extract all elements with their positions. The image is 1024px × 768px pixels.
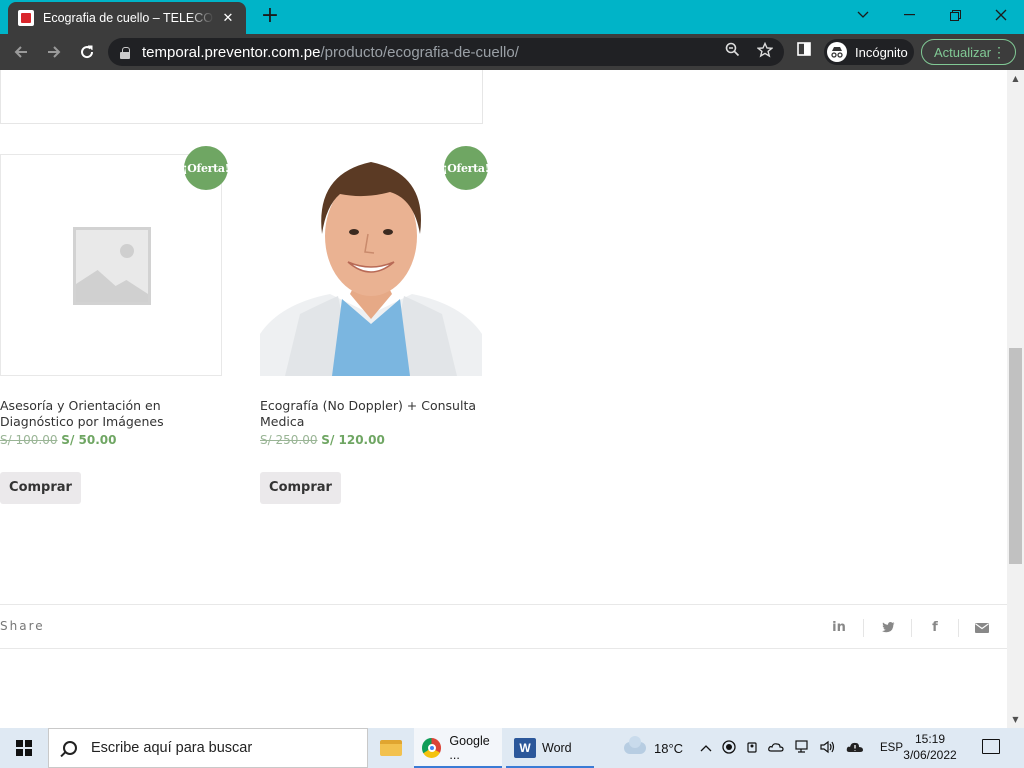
taskbar-clock[interactable]: 15:19 3/06/2022 [890,731,970,763]
page-viewport: ¡Oferta! Asesoría y Orientación en Diagn… [0,70,1007,728]
product-price: S/ 250.00 S/ 120.00 [260,433,482,447]
zoom-icon[interactable] [725,42,740,61]
weather-temp: 18°C [654,740,684,756]
restore-button[interactable] [932,0,978,30]
back-arrow-icon[interactable] [9,40,33,64]
scrollbar-thumb[interactable] [1009,348,1022,564]
product-card-asesoria: ¡Oferta! Asesoría y Orientación en Diagn… [0,146,230,504]
url-path: /producto/ecografia-de-cuello/ [320,43,519,61]
share-bar: Share in f [0,604,1007,649]
taskbar-app-label: Word [542,741,572,755]
incognito-icon [827,42,847,62]
taskbar-app-label: Google ... [449,734,490,762]
incognito-label: Incógnito [855,44,908,60]
reload-icon[interactable] [75,40,99,64]
old-price: S/ 100.00 [0,433,58,447]
forward-arrow-icon[interactable] [42,40,66,64]
cloud-alert-icon[interactable] [846,741,864,756]
windows-taskbar: Escribe aquí para buscar Google ... W Wo… [0,728,1024,768]
meet-now-icon[interactable] [746,740,758,757]
email-icon[interactable] [958,605,1006,650]
content-box-top [0,70,483,124]
browser-toolbar: temporal.preventor.com.pe/producto/ecogr… [0,34,1024,70]
address-bar[interactable]: temporal.preventor.com.pe/producto/ecogr… [108,38,784,66]
file-explorer-button[interactable] [372,728,410,768]
tab-title: Ecografia de cuello – TELECONSULTA [43,11,214,25]
scroll-up-arrow-icon[interactable]: ▲ [1007,70,1024,87]
minimize-button[interactable] [886,0,932,30]
clock-time: 15:19 [914,732,946,746]
side-panel-icon[interactable] [797,42,811,60]
cloud-icon [624,736,646,754]
product-price: S/ 100.00 S/ 50.00 [0,433,222,447]
update-button[interactable]: Actualizar ⋮ [921,39,1016,65]
network-icon[interactable] [794,739,810,757]
taskbar-app-chrome[interactable]: Google ... [414,728,502,768]
old-price: S/ 250.00 [260,433,318,447]
onedrive-icon[interactable] [768,741,784,755]
menu-kebab-icon[interactable]: ⋮ [992,43,1006,61]
url-host: temporal.preventor.com.pe [142,43,321,61]
lock-icon[interactable] [120,46,130,59]
chrome-icon [422,738,442,758]
search-icon [63,741,77,755]
share-label: Share [0,619,45,633]
volume-icon[interactable] [820,740,836,757]
close-window-button[interactable] [978,0,1024,30]
start-button[interactable] [0,728,48,768]
search-placeholder: Escribe aquí para buscar [91,740,253,756]
browser-tab-active[interactable]: Ecografia de cuello – TELECONSULTA ✕ [8,2,246,34]
bookmark-star-icon[interactable] [756,41,774,62]
record-icon[interactable] [722,739,736,757]
weather-widget[interactable]: 18°C [624,728,683,768]
sale-price: S/ 120.00 [321,433,385,447]
linkedin-icon[interactable]: in [815,605,863,650]
tab-search-chevron-icon[interactable] [840,0,886,30]
update-label: Actualizar [934,44,992,60]
page-scrollbar[interactable]: ▲ ▼ [1007,70,1024,728]
site-favicon-icon [18,10,34,26]
buy-button[interactable]: Comprar [260,472,341,504]
windows-logo-icon [16,740,32,756]
doctor-photo [260,154,482,376]
product-image-doctor[interactable] [260,154,482,376]
notifications-icon[interactable] [982,739,1000,754]
system-tray: ESP [700,728,903,768]
new-tab-button[interactable]: + [258,5,282,29]
buy-button[interactable]: Comprar [0,472,81,504]
product-image-placeholder[interactable] [0,154,222,376]
facebook-icon[interactable]: f [911,605,959,650]
incognito-indicator[interactable]: Incógnito [824,39,914,65]
sale-badge: ¡Oferta! [183,146,230,190]
taskbar-search-box[interactable]: Escribe aquí para buscar [48,728,368,768]
product-title[interactable]: Ecografía (No Doppler) + Consulta Medica [260,398,490,430]
clock-date: 3/06/2022 [903,748,957,762]
tab-close-icon[interactable]: ✕ [220,11,236,26]
twitter-icon[interactable] [864,605,912,650]
sale-price: S/ 50.00 [61,433,117,447]
folder-icon [380,740,402,756]
chevron-up-icon[interactable] [700,741,712,755]
taskbar-app-word[interactable]: W Word [506,728,594,768]
word-icon: W [514,738,536,758]
product-title[interactable]: Asesoría y Orientación en Diagnóstico po… [0,398,230,430]
scroll-down-arrow-icon[interactable]: ▼ [1007,711,1024,728]
product-card-ecografia: ¡Oferta! Ecografía (No Doppler) + Consul… [260,146,490,504]
sale-badge: ¡Oferta! [443,146,490,190]
image-placeholder-icon [73,227,151,305]
tab-strip: Ecografia de cuello – TELECONSULTA ✕ + [0,0,1024,34]
